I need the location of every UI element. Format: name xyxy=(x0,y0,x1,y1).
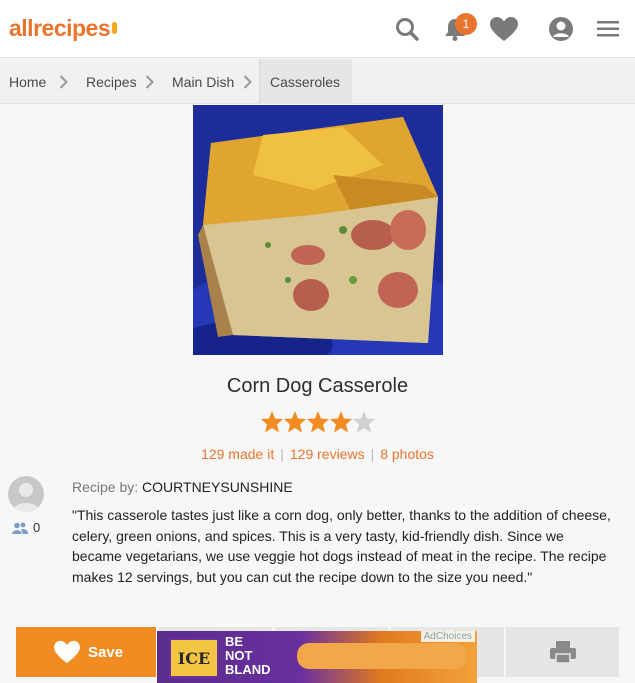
ad-slogan: BE NOT BLAND xyxy=(225,634,271,677)
top-nav: allrecipes 1 xyxy=(0,0,635,58)
menu-icon[interactable] xyxy=(593,14,623,44)
heart-icon xyxy=(54,640,80,664)
chevron-right-icon xyxy=(145,75,154,89)
recipe-title: Corn Dog Casserole xyxy=(226,375,409,397)
recipe-photo[interactable] xyxy=(193,105,443,355)
chevron-right-icon xyxy=(243,75,252,89)
author-name[interactable]: COURTNEYSUNSHINE xyxy=(142,479,293,495)
star-empty-icon xyxy=(353,411,375,433)
star-icon xyxy=(284,411,306,433)
chevron-right-icon xyxy=(59,75,68,89)
heart-icon[interactable] xyxy=(489,14,519,44)
adchoices-link[interactable]: AdChoices xyxy=(420,631,475,642)
ad-brand-logo: ICE xyxy=(169,638,219,678)
author-avatar[interactable] xyxy=(8,476,44,512)
star-icon xyxy=(330,411,352,433)
star-icon xyxy=(307,411,329,433)
user-icon[interactable] xyxy=(546,14,576,44)
print-button[interactable] xyxy=(506,627,619,677)
save-button[interactable]: Save xyxy=(16,627,156,677)
recipe-stats: 129 made it | 129 reviews | 8 photos xyxy=(201,446,434,462)
photos-link[interactable]: 8 photos xyxy=(380,446,434,462)
ad-product-image xyxy=(297,643,467,669)
made-it-link[interactable]: 129 made it xyxy=(201,446,274,462)
breadcrumb: Home Recipes Main Dish Casseroles xyxy=(0,59,635,104)
recipe-byline: Recipe by: COURTNEYSUNSHINE xyxy=(72,479,293,495)
followers-icon xyxy=(12,522,28,534)
allrecipes-logo[interactable]: allrecipes xyxy=(9,15,118,42)
breadcrumb-casseroles[interactable]: Casseroles xyxy=(270,59,340,104)
notification-badge[interactable]: 1 xyxy=(455,13,477,35)
star-icon xyxy=(261,411,283,433)
recipe-description: "This casserole tastes just like a corn … xyxy=(72,507,611,585)
breadcrumb-main-dish[interactable]: Main Dish xyxy=(172,59,234,104)
rating-stars[interactable] xyxy=(260,410,375,434)
search-icon[interactable] xyxy=(392,14,422,44)
print-icon xyxy=(549,641,576,664)
advertisement-banner[interactable]: ICE BE NOT BLAND AdChoices xyxy=(157,631,477,683)
breadcrumb-home[interactable]: Home xyxy=(9,59,46,104)
reviews-link[interactable]: 129 reviews xyxy=(290,446,365,462)
breadcrumb-recipes[interactable]: Recipes xyxy=(86,59,137,104)
followers-count[interactable]: 0 xyxy=(12,520,40,535)
